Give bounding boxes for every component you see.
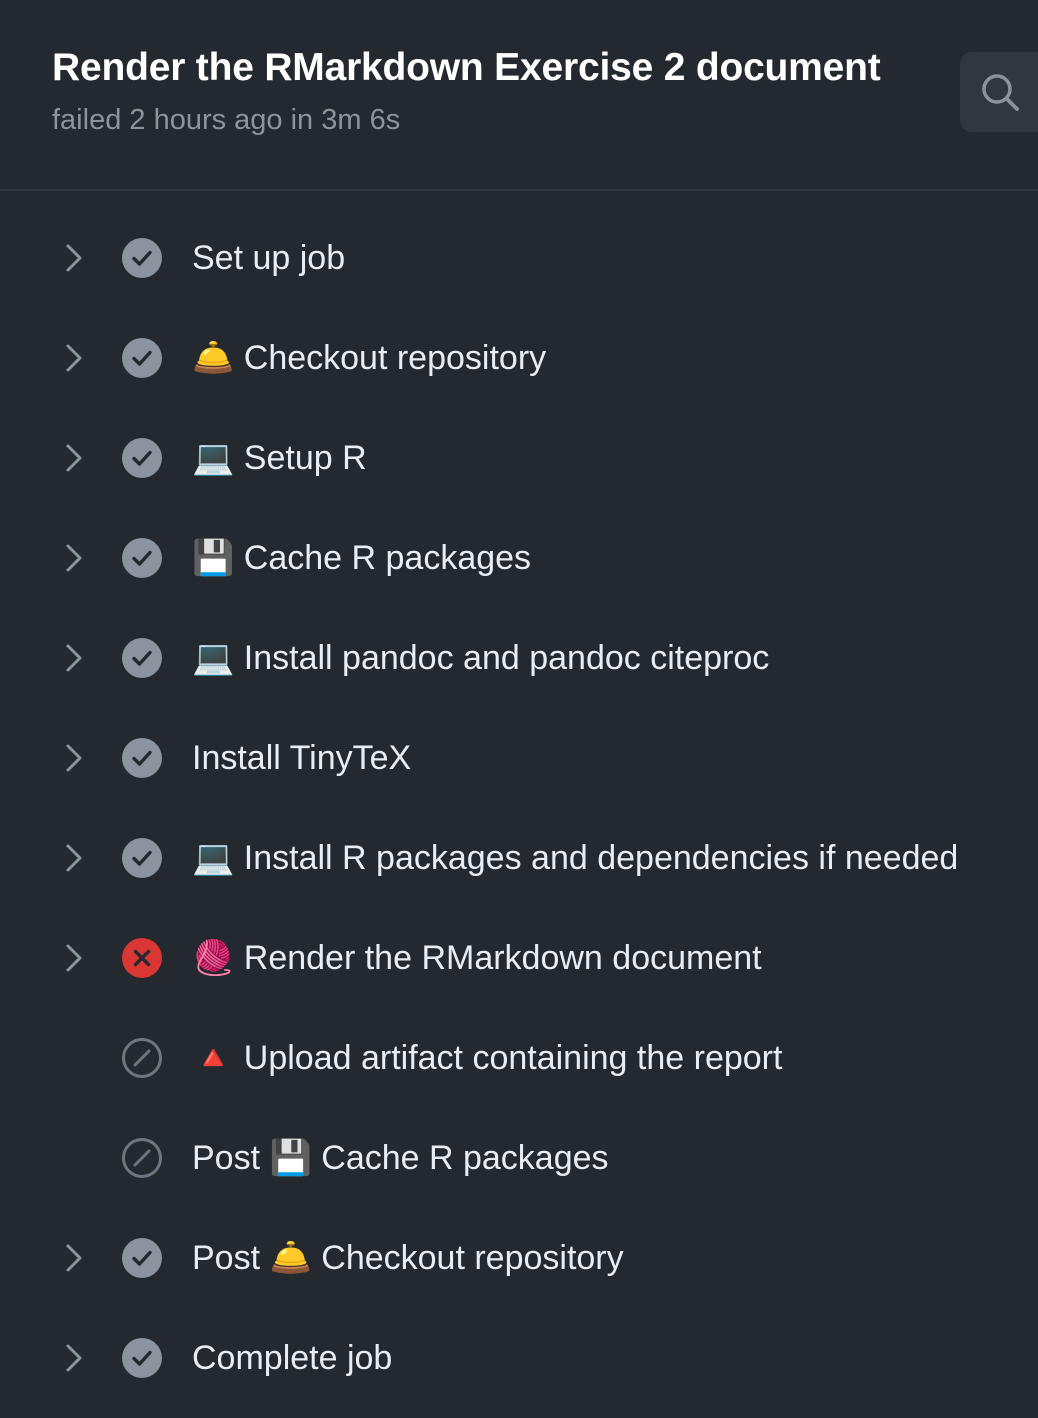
chevron-right-icon[interactable]	[60, 640, 88, 676]
chevron-right-icon[interactable]	[60, 840, 88, 876]
search-button[interactable]	[960, 52, 1038, 132]
step-row: 🔺 Upload artifact containing the report	[0, 1008, 1038, 1108]
check-circle-icon	[122, 238, 162, 278]
check-circle-icon	[122, 638, 162, 678]
step-row[interactable]: 💻 Install pandoc and pandoc citeproc	[0, 608, 1038, 708]
check-circle-icon	[122, 338, 162, 378]
step-row[interactable]: 💻 Setup R	[0, 408, 1038, 508]
chevron-right-icon[interactable]	[60, 540, 88, 576]
step-row[interactable]: Set up job	[0, 208, 1038, 308]
step-row[interactable]: Complete job	[0, 1308, 1038, 1408]
step-row[interactable]: 🛎️ Checkout repository	[0, 308, 1038, 408]
x-circle-icon	[122, 938, 162, 978]
step-label: Set up job	[192, 239, 346, 277]
chevron-right-icon[interactable]	[60, 1340, 88, 1376]
step-label: Post 💾 Cache R packages	[192, 1139, 609, 1177]
chevron-right-icon[interactable]	[60, 740, 88, 776]
step-row[interactable]: 💻 Install R packages and dependencies if…	[0, 808, 1038, 908]
step-row[interactable]: Post 🛎️ Checkout repository	[0, 1208, 1038, 1308]
chevron-right-icon[interactable]	[60, 440, 88, 476]
check-circle-icon	[122, 538, 162, 578]
check-circle-icon	[122, 1238, 162, 1278]
chevron-right-icon[interactable]	[60, 240, 88, 276]
chevron-right-icon[interactable]	[60, 940, 88, 976]
job-header: Render the RMarkdown Exercise 2 document…	[0, 0, 1038, 191]
step-label: 💾 Cache R packages	[192, 539, 532, 577]
step-label: 🔺 Upload artifact containing the report	[192, 1039, 783, 1077]
step-label: 🧶 Render the RMarkdown document	[192, 939, 762, 977]
step-label: Post 🛎️ Checkout repository	[192, 1239, 624, 1277]
skipped-icon	[122, 1038, 162, 1078]
step-row[interactable]: Install TinyTeX	[0, 708, 1038, 808]
chevron-right-icon[interactable]	[60, 1240, 88, 1276]
step-row[interactable]: 🧶 Render the RMarkdown document	[0, 908, 1038, 1008]
step-label: 🛎️ Checkout repository	[192, 339, 547, 377]
step-row[interactable]: 💾 Cache R packages	[0, 508, 1038, 608]
chevron-right-icon[interactable]	[60, 340, 88, 376]
check-circle-icon	[122, 1338, 162, 1378]
check-circle-icon	[122, 838, 162, 878]
job-log-page: Render the RMarkdown Exercise 2 document…	[0, 0, 1038, 1418]
step-label: 💻 Install R packages and dependencies if…	[192, 839, 959, 877]
job-status-summary: failed 2 hours ago in 3m 6s	[52, 104, 401, 136]
step-label: 💻 Install pandoc and pandoc citeproc	[192, 639, 770, 677]
step-row: Post 💾 Cache R packages	[0, 1108, 1038, 1208]
check-circle-icon	[122, 438, 162, 478]
step-label: 💻 Setup R	[192, 439, 367, 477]
job-title: Render the RMarkdown Exercise 2 document	[52, 46, 881, 89]
step-label: Install TinyTeX	[192, 739, 412, 777]
step-label: Complete job	[192, 1339, 393, 1377]
search-icon	[982, 74, 1019, 111]
skipped-icon	[122, 1138, 162, 1178]
check-circle-icon	[122, 738, 162, 778]
